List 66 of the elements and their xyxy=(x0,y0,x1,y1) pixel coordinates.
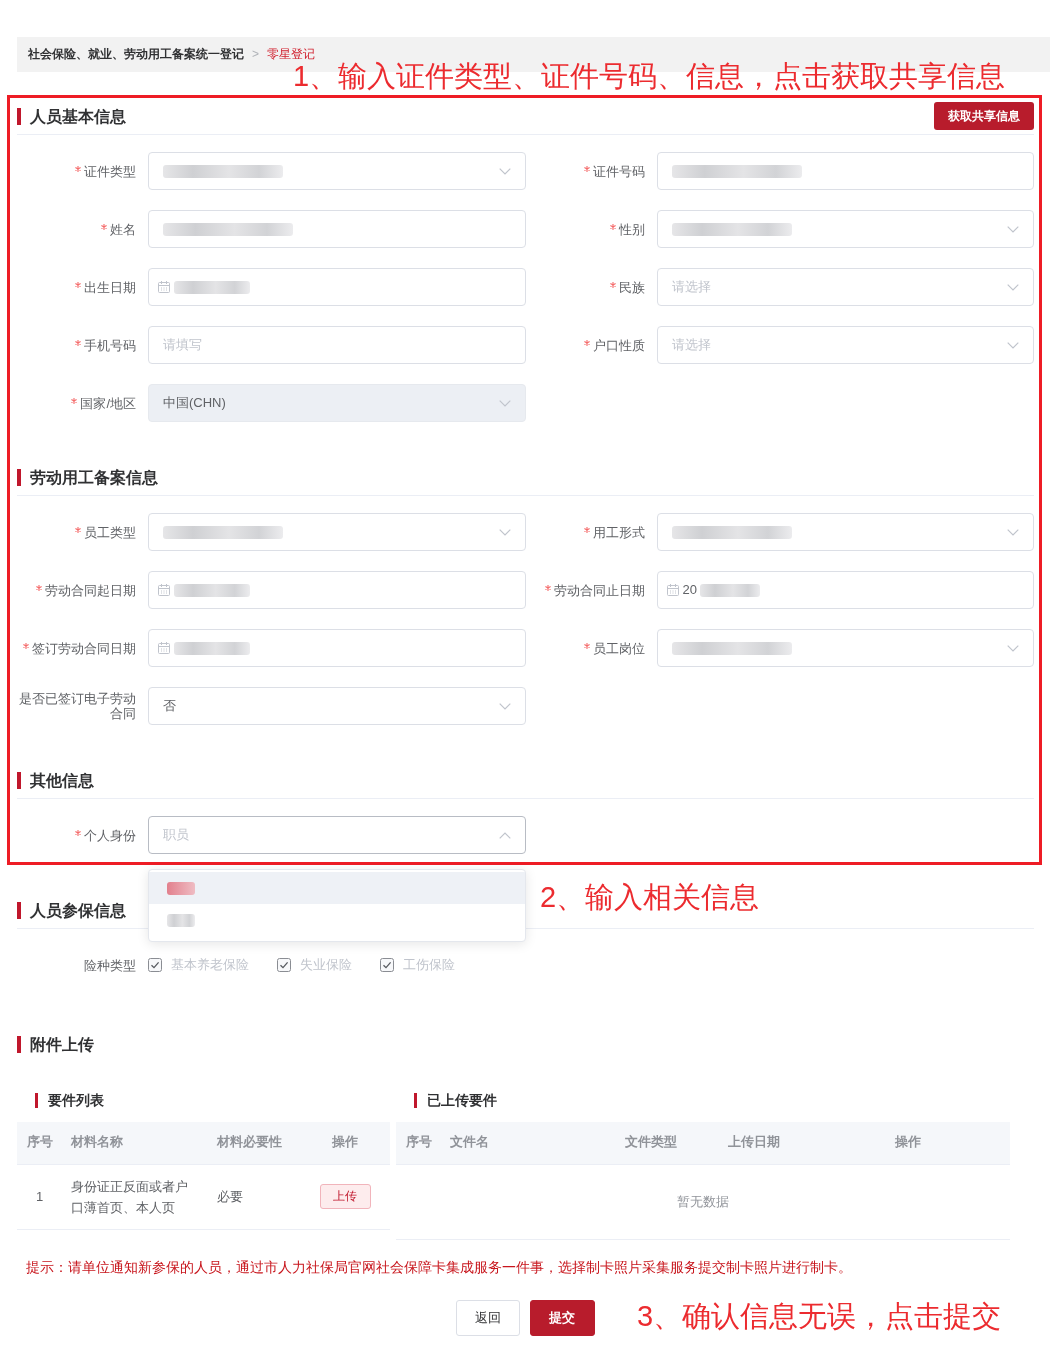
field-label: 手机号码 xyxy=(84,337,136,353)
fetch-shared-info-button[interactable]: 获取共享信息 xyxy=(934,102,1034,130)
field-label: 劳动合同起日期 xyxy=(45,582,136,598)
tip-text: 提示：请单位通知新参保的人员，通过市人力社保局官网社会保障卡集成服务一件事，选择制卡照片采集服务提交制卡照片进行制卡。 xyxy=(26,1257,853,1277)
select-field[interactable] xyxy=(148,152,526,190)
breadcrumb-current: 零星登记 xyxy=(267,46,315,63)
field-label: 证件号码 xyxy=(592,163,645,179)
section-title: 其他信息 xyxy=(17,771,94,789)
table-cell: 身份证正反面或者户口薄首页、本人页 xyxy=(62,1164,208,1229)
annotation-text: 1、输入证件类型、证件号码、信息，点击获取共享信息 xyxy=(293,60,1006,92)
section-title: 人员基本信息 xyxy=(17,107,126,125)
select-field[interactable]: 否 xyxy=(148,687,526,725)
subsection-title: 已上传要件 xyxy=(414,1092,497,1108)
field-label: 员工类型 xyxy=(84,524,136,540)
field-label: 民族 xyxy=(618,279,645,295)
column-header: 操作 xyxy=(806,1122,1010,1164)
breadcrumb-link[interactable]: 社会保险、就业、劳动用工备案统一登记 xyxy=(28,46,244,63)
table-cell: 必要 xyxy=(208,1164,300,1229)
text-input[interactable] xyxy=(656,152,1034,190)
select-field[interactable] xyxy=(656,513,1034,551)
date-field[interactable] xyxy=(148,268,526,306)
column-header: 材料名称 xyxy=(62,1122,208,1164)
section-title: 劳动用工备案信息 xyxy=(17,468,158,486)
field-label: 员工岗位 xyxy=(592,640,645,656)
section-title: 人员参保信息 xyxy=(17,901,126,919)
table-cell: 1 xyxy=(17,1164,62,1229)
field-label: 证件类型 xyxy=(84,163,136,179)
dropdown-option[interactable] xyxy=(149,872,525,904)
upload-button[interactable]: 上传 xyxy=(319,1184,371,1209)
field-label: 险种类型 xyxy=(84,957,136,973)
text-input[interactable] xyxy=(148,210,526,248)
field-label: 姓名 xyxy=(110,221,136,237)
calendar-icon xyxy=(666,584,679,596)
field-label: 是否已签订电子劳动合同 xyxy=(19,691,136,721)
column-header: 文件名 xyxy=(441,1122,616,1164)
column-header: 材料必要性 xyxy=(208,1122,300,1164)
field-label: 签订劳动合同日期 xyxy=(32,640,136,656)
select-field[interactable] xyxy=(656,210,1034,248)
date-field[interactable] xyxy=(148,571,526,609)
select-field[interactable] xyxy=(148,513,526,551)
field-label: 个人身份 xyxy=(84,827,136,843)
select-field[interactable] xyxy=(656,629,1034,667)
field-label: 国家/地区 xyxy=(80,395,136,411)
column-header: 上传日期 xyxy=(719,1122,806,1164)
column-header: 操作 xyxy=(300,1122,390,1164)
field-label: 性别 xyxy=(618,221,645,237)
calendar-icon xyxy=(158,584,170,596)
submit-button[interactable]: 提交 xyxy=(529,1299,595,1336)
annotation-text: 3、确认信息无误，点击提交 xyxy=(637,1300,1002,1332)
section-title: 附件上传 xyxy=(17,1036,94,1053)
field-label: 出生日期 xyxy=(84,279,136,295)
date-field[interactable]: 20 xyxy=(656,571,1034,609)
annotation-text: 2、输入相关信息 xyxy=(540,881,760,913)
column-header: 序号 xyxy=(17,1122,62,1164)
field-label: 用工形式 xyxy=(592,524,645,540)
back-button[interactable]: 返回 xyxy=(455,1299,520,1336)
column-header: 序号 xyxy=(396,1122,441,1164)
empty-text: 暂无数据 xyxy=(396,1164,1010,1239)
field-label: 户口性质 xyxy=(592,337,645,353)
field-label: 劳动合同止日期 xyxy=(553,582,645,598)
breadcrumb-separator: > xyxy=(252,46,259,63)
column-header: 文件类型 xyxy=(616,1122,719,1164)
calendar-icon xyxy=(158,281,170,293)
subsection-title: 要件列表 xyxy=(35,1092,104,1108)
calendar-icon xyxy=(158,642,170,654)
date-field[interactable] xyxy=(148,629,526,667)
